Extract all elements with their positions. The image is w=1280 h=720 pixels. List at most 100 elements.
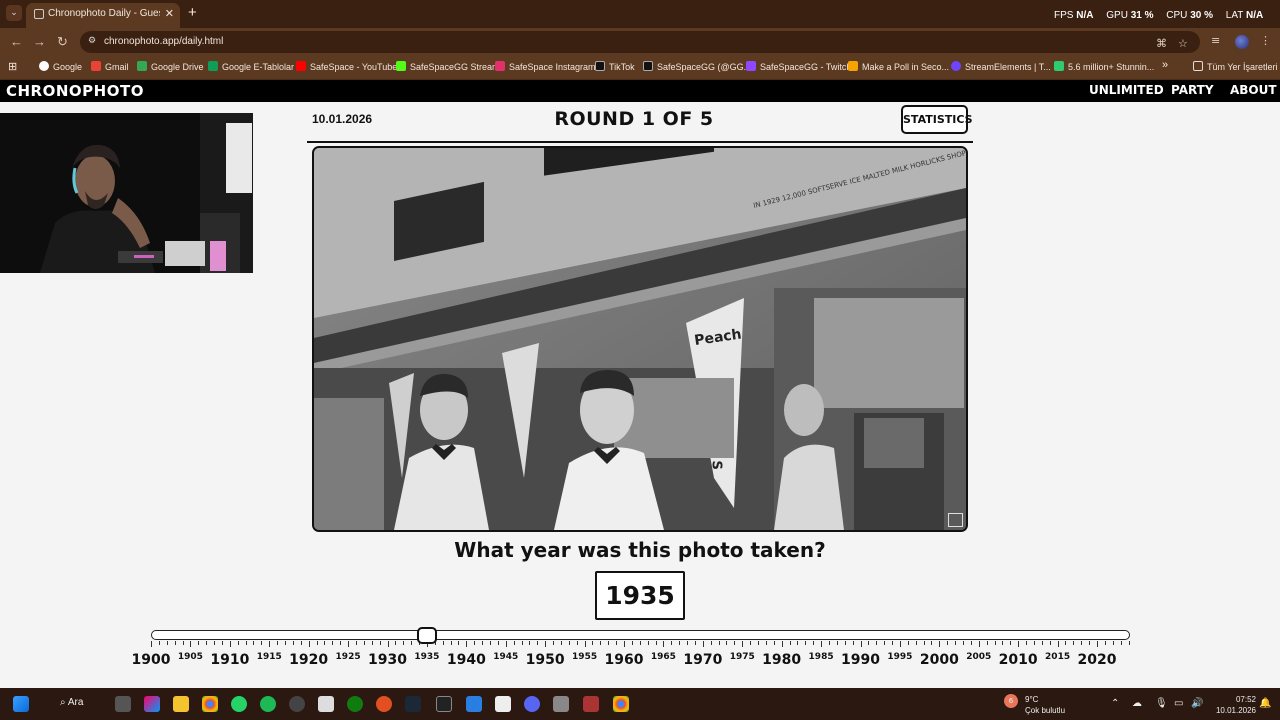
slider-tick xyxy=(505,641,507,647)
slider-tick xyxy=(892,641,894,645)
slider-tick xyxy=(750,641,752,645)
weather-widget[interactable]: 9°C Çok bulutlu xyxy=(1025,694,1065,716)
slider-tick xyxy=(679,641,681,645)
slider-year-label-minor: 1955 xyxy=(572,652,598,662)
slider-year-label-minor: 1975 xyxy=(729,652,755,662)
slider-year-label: 2020 xyxy=(1077,652,1117,668)
game-launcher-icon[interactable] xyxy=(376,696,392,712)
slider-tick xyxy=(474,641,476,645)
slider-tick xyxy=(994,641,996,645)
game-icon-2[interactable] xyxy=(583,696,599,712)
slider-tick xyxy=(285,641,287,645)
slider-tick xyxy=(955,641,957,645)
slider-tick xyxy=(1073,641,1075,645)
obs-icon[interactable] xyxy=(289,696,305,712)
chrome-active-icon[interactable] xyxy=(613,696,629,712)
slider-year-label: 1980 xyxy=(762,652,802,668)
copilot-icon[interactable] xyxy=(144,696,160,712)
slider-tick xyxy=(521,641,523,645)
slider-tick xyxy=(821,641,823,647)
slider-year-label: 1900 xyxy=(131,652,171,668)
slider-tick xyxy=(411,641,413,645)
notifications-icon[interactable]: 🔔 xyxy=(1259,698,1271,709)
tray-overflow-icon[interactable]: ⌃ xyxy=(1111,698,1119,709)
slider-tick xyxy=(466,641,468,647)
microphone-icon[interactable]: 🎙 xyxy=(1155,698,1168,709)
slider-tick xyxy=(647,641,649,645)
slider-tick xyxy=(560,641,562,645)
weather-badge: 6 xyxy=(1004,694,1018,708)
slider-tick xyxy=(773,641,775,645)
slider-tick xyxy=(702,641,704,647)
slider-year-label-minor: 1935 xyxy=(414,652,440,662)
slider-tick xyxy=(868,641,870,645)
slider-tick xyxy=(600,641,602,645)
epic-games-icon[interactable] xyxy=(436,696,452,712)
slider-tick xyxy=(324,641,326,645)
battlenet-icon[interactable] xyxy=(466,696,482,712)
slider-tick xyxy=(828,641,830,645)
slider-tick xyxy=(1128,641,1130,645)
slider-tick xyxy=(836,641,838,645)
slider-year-label-minor: 1915 xyxy=(256,652,282,662)
discord-icon[interactable] xyxy=(524,696,540,712)
spotify-icon[interactable] xyxy=(260,696,276,712)
slider-tick xyxy=(576,641,578,645)
slider-tick xyxy=(206,641,208,645)
slider-tick xyxy=(876,641,878,645)
weather-desc: Çok bulutlu xyxy=(1025,706,1066,715)
slider-year-label: 1950 xyxy=(525,652,565,668)
system-clock[interactable]: 07:52 10.01.2026 xyxy=(1208,694,1256,716)
slider-tick xyxy=(237,641,239,645)
whatsapp-icon[interactable] xyxy=(231,696,247,712)
clock-time: 07:52 xyxy=(1235,695,1256,704)
slider-year-label-minor: 2005 xyxy=(966,652,992,662)
app-icon[interactable] xyxy=(318,696,334,712)
capcut-icon[interactable] xyxy=(495,696,511,712)
slider-tick xyxy=(805,641,807,645)
slider-tick xyxy=(1112,641,1114,645)
slider-tick xyxy=(939,641,941,647)
network-icon[interactable]: ▭ xyxy=(1174,698,1183,709)
year-slider-thumb[interactable] xyxy=(416,627,437,644)
slider-tick xyxy=(687,641,689,645)
volume-icon[interactable]: 🔊 xyxy=(1191,698,1203,709)
slider-tick xyxy=(553,641,555,645)
onedrive-icon[interactable]: ☁ xyxy=(1132,698,1142,709)
slider-tick xyxy=(907,641,909,645)
slider-tick xyxy=(371,641,373,645)
taskbar-search[interactable]: ⌕ Ara xyxy=(60,697,83,708)
slider-tick xyxy=(332,641,334,645)
windows-start-icon[interactable] xyxy=(13,696,29,712)
slider-tick xyxy=(277,641,279,645)
file-explorer-icon[interactable] xyxy=(173,696,189,712)
task-view-icon[interactable] xyxy=(115,696,131,712)
clock-date: 10.01.2026 xyxy=(1215,706,1256,715)
game-icon[interactable] xyxy=(553,696,569,712)
slider-tick xyxy=(970,641,972,645)
windows-taskbar: ⌕ Ara xyxy=(0,688,1280,720)
slider-tick xyxy=(884,641,886,645)
year-slider-scale: 1900 1910 1920 1930 1940 1950 1960 1970 1980 1990… xyxy=(0,0,1280,720)
slider-tick xyxy=(947,641,949,645)
slider-tick xyxy=(442,641,444,645)
chrome-icon[interactable] xyxy=(202,696,218,712)
slider-tick xyxy=(584,641,586,647)
slider-tick xyxy=(671,641,673,645)
slider-tick xyxy=(797,641,799,645)
xbox-icon[interactable] xyxy=(347,696,363,712)
slider-tick xyxy=(1049,641,1051,645)
slider-tick xyxy=(931,641,933,645)
slider-year-label-minor: 1925 xyxy=(335,652,361,662)
slider-tick xyxy=(1057,641,1059,647)
slider-tick xyxy=(340,641,342,645)
slider-tick xyxy=(253,641,255,645)
slider-tick xyxy=(450,641,452,645)
steam-icon[interactable] xyxy=(405,696,421,712)
slider-tick xyxy=(1026,641,1028,645)
slider-tick xyxy=(1104,641,1106,645)
slider-year-label-minor: 2015 xyxy=(1045,652,1071,662)
slider-tick xyxy=(482,641,484,645)
slider-tick xyxy=(718,641,720,645)
slider-tick xyxy=(497,641,499,645)
